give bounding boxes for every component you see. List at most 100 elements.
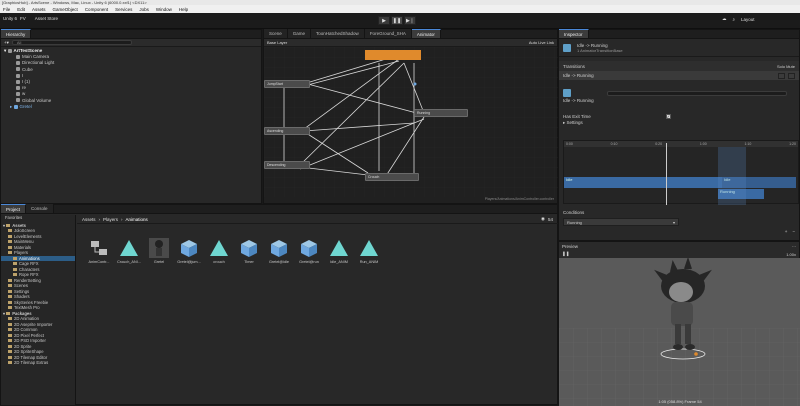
- pause-button[interactable]: ❚❚: [391, 16, 403, 25]
- tree-favorites[interactable]: Favorites: [1, 215, 75, 221]
- tab-hierarchy[interactable]: Hierarchy: [1, 29, 32, 38]
- tick-label: 0:10: [610, 142, 618, 146]
- state-node-descending[interactable]: Descending: [264, 161, 310, 169]
- menu-component[interactable]: Component: [85, 7, 108, 12]
- version-dropdown[interactable]: FV: [20, 16, 26, 21]
- menu-help[interactable]: Help: [179, 7, 188, 12]
- hierarchy-item[interactable]: ▸ Gretel: [4, 104, 258, 110]
- clip-bar-a[interactable]: Idle: [564, 177, 722, 188]
- cloud-icon[interactable]: ☁: [722, 16, 727, 22]
- add-condition-button[interactable]: +: [785, 229, 788, 234]
- search-icon[interactable]: ⌕: [733, 17, 736, 22]
- transition-icon: [563, 89, 571, 97]
- clip-icon: [209, 238, 229, 258]
- state-node-crouch[interactable]: Crouch: [365, 173, 419, 181]
- auto-live-link-button[interactable]: Auto Live Link: [529, 40, 554, 45]
- asset-item[interactable]: Crouch_ANI...: [117, 238, 141, 264]
- asset-item[interactable]: Gretel@run: [297, 238, 321, 264]
- remove-condition-button[interactable]: −: [792, 229, 795, 234]
- asset-item[interactable]: Gretel: [147, 238, 171, 264]
- folder-icon: [8, 229, 12, 233]
- menu-gameobject[interactable]: GameObject: [53, 7, 78, 12]
- tab-animator[interactable]: Animator: [411, 29, 441, 38]
- package-icon: [8, 333, 12, 337]
- asset-item[interactable]: crouch: [207, 238, 231, 264]
- preview-viewport[interactable]: 1:05 (058.8%) Frame 54: [559, 258, 800, 406]
- play-button[interactable]: ▶: [378, 16, 390, 25]
- inspector-panel: Inspector Idle -> Running 1 AnimatorTran…: [558, 29, 800, 241]
- step-icon: ▶❘: [405, 17, 415, 24]
- preview-pause-button[interactable]: ❚❚: [562, 251, 570, 257]
- asset-store-button[interactable]: Asset Store: [35, 16, 58, 21]
- tick-label: 0:20: [655, 142, 663, 146]
- solo-toggle[interactable]: [778, 72, 785, 79]
- animator-panel: Scene Game ToonHatchedShadow ForeGround_…: [263, 29, 559, 204]
- menu-jobs[interactable]: Jobs: [139, 7, 149, 12]
- inspector-subtitle: 1 AnimatorTransitionBase: [577, 47, 623, 53]
- controller-icon: [89, 238, 109, 258]
- state-node-running[interactable]: Running: [414, 109, 468, 117]
- package-icon: [8, 350, 12, 354]
- anchor-icon: [413, 82, 417, 86]
- folder-icon: [8, 240, 12, 244]
- transition-name-field[interactable]: [607, 90, 787, 96]
- folder-icon: [8, 295, 12, 299]
- tab-inspector[interactable]: Inspector: [559, 29, 589, 38]
- settings-foldout[interactable]: ▸ Settings: [559, 120, 799, 127]
- tab-project[interactable]: Project: [1, 204, 27, 213]
- tab-toon-hatched-shadow[interactable]: ToonHatchedShadow: [311, 29, 365, 38]
- folder-icon: [8, 289, 12, 293]
- step-button[interactable]: ▶❘: [404, 16, 416, 25]
- folder-icon: [13, 273, 17, 277]
- preview-options-icon[interactable]: ⋯: [792, 244, 796, 249]
- breadcrumb-assets[interactable]: Assets: [82, 217, 96, 222]
- box-icon: [269, 238, 289, 258]
- asset-item[interactable]: Gretel@jum...: [177, 238, 201, 264]
- playhead[interactable]: [666, 143, 667, 205]
- preview-speed: 1.00x: [786, 251, 796, 257]
- menu-file[interactable]: File: [3, 7, 10, 12]
- transition-list-row[interactable]: Idle -> Running: [559, 71, 799, 80]
- tab-scene[interactable]: Scene: [264, 29, 288, 38]
- menu-window[interactable]: Window: [156, 7, 172, 12]
- asset-item[interactable]: Timer: [237, 238, 261, 264]
- tab-game[interactable]: Game: [287, 29, 312, 38]
- breadcrumb-players[interactable]: Players: [103, 217, 118, 222]
- mute-toggle[interactable]: [788, 72, 795, 79]
- layer-breadcrumb[interactable]: Base Layer: [267, 40, 287, 45]
- folder-icon: [8, 245, 12, 249]
- folder-icon: [8, 306, 12, 310]
- state-node-jumpstart[interactable]: JumpStart: [264, 80, 310, 88]
- gameobject-icon: [16, 61, 20, 66]
- transition-timeline[interactable]: 0:00 0:10 0:20 1:00 1:10 1:20 Idle Idle …: [563, 140, 799, 205]
- add-icon[interactable]: +▾: [4, 40, 9, 46]
- solo-label: Solo: [776, 63, 785, 69]
- asset-item[interactable]: Gretel@idle: [267, 238, 291, 264]
- transition-region[interactable]: [718, 147, 746, 205]
- menu-assets[interactable]: Assets: [32, 7, 46, 12]
- has-exit-time-checkbox[interactable]: ✓: [665, 113, 671, 119]
- tab-foreground-sha[interactable]: ForeGround_SHA: [364, 29, 412, 38]
- account-button[interactable]: Unity 6: [3, 16, 17, 21]
- menu-services[interactable]: Services: [115, 7, 132, 12]
- breadcrumb-animations[interactable]: Animations: [126, 217, 148, 222]
- entry-node[interactable]: [365, 50, 421, 60]
- state-node-ascending[interactable]: Ascending: [264, 127, 310, 135]
- gameobject-icon: [16, 79, 20, 84]
- tab-console[interactable]: Console: [26, 204, 54, 213]
- hierarchy-search-input[interactable]: All: [11, 40, 132, 45]
- folder-icon: [13, 267, 17, 271]
- clip-icon: [329, 238, 349, 258]
- box-icon: [239, 238, 259, 258]
- package-icon: [8, 339, 12, 343]
- eye-icon[interactable]: ◉: [541, 216, 545, 222]
- condition-dropdown[interactable]: Running ▾: [563, 218, 679, 226]
- package-icon: [8, 322, 12, 326]
- package-item[interactable]: 2D Tilemap Extras: [1, 360, 75, 366]
- asset-item[interactable]: AnimContr...: [87, 238, 111, 264]
- asset-item[interactable]: Run_ANIM: [357, 238, 381, 264]
- package-list: 2D Animation 2D Aseprite Importer 2D Commo…: [1, 316, 75, 366]
- layout-dropdown[interactable]: Layout: [741, 17, 755, 22]
- menu-edit[interactable]: Edit: [17, 7, 25, 12]
- asset-item[interactable]: Idle_ANIM: [327, 238, 351, 264]
